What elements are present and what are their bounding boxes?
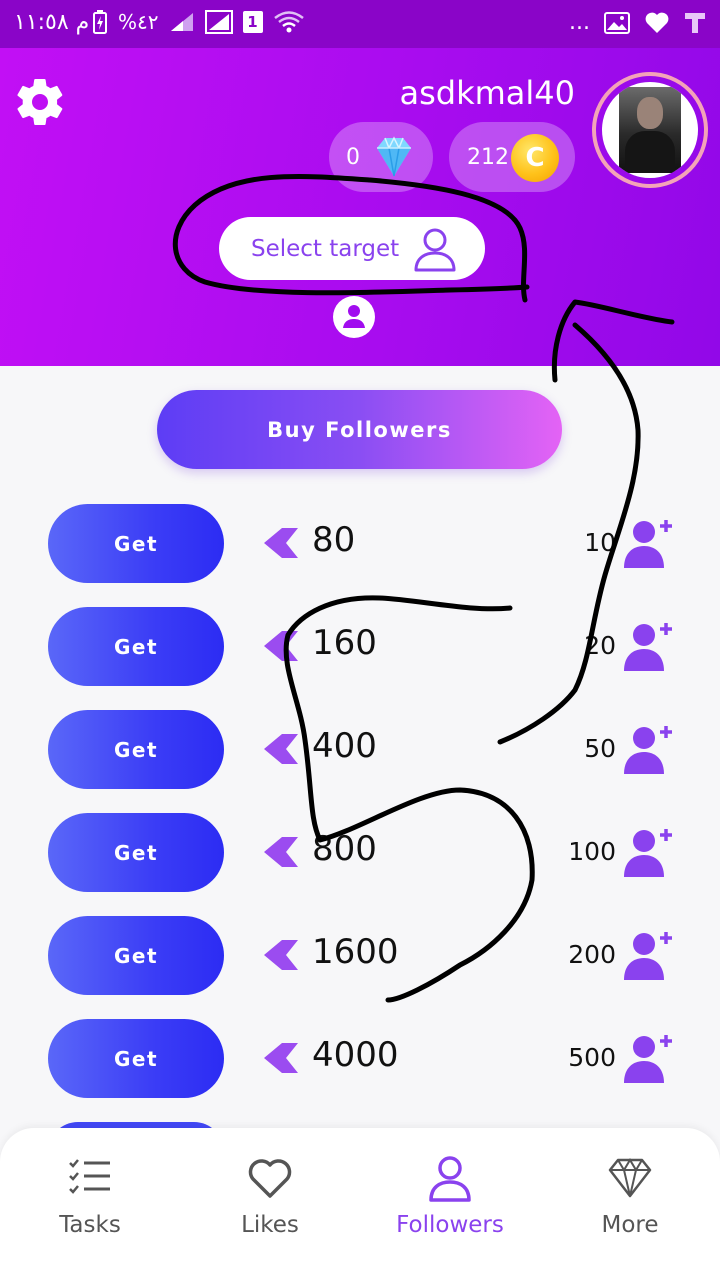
double-chevron-left-icon	[264, 1043, 298, 1073]
nav-tasks-label: Tasks	[59, 1212, 121, 1238]
offer-row: Get 400 50	[0, 710, 720, 790]
offer-followers: 200	[568, 940, 616, 969]
double-chevron-left-icon	[264, 734, 298, 764]
offer-price: 1600	[312, 932, 399, 972]
offer-followers: 10	[584, 528, 616, 557]
offer-row: Get 800 100	[0, 813, 720, 893]
gallery-icon	[604, 11, 630, 34]
status-time: م ١١:٥٨	[14, 10, 90, 35]
battery-icon	[93, 10, 107, 34]
bottom-nav: Tasks Likes Followers More	[0, 1128, 720, 1280]
nav-more-label: More	[601, 1212, 659, 1238]
get-button[interactable]: Get	[48, 710, 224, 789]
add-user-icon	[624, 726, 672, 774]
coin-icon: C	[511, 134, 559, 182]
select-target-label: Select target	[251, 235, 400, 262]
gems-count: 0	[346, 144, 360, 170]
offer-price: 160	[312, 623, 377, 663]
buy-followers-button[interactable]: Buy Followers	[157, 390, 562, 469]
diamond-gem-icon	[377, 136, 411, 177]
battery-percent: %٤٢	[118, 10, 159, 34]
overflow-dots: ...	[569, 10, 590, 35]
double-chevron-left-icon	[264, 940, 298, 970]
get-button[interactable]: Get	[48, 813, 224, 892]
user-icon	[429, 1156, 471, 1202]
nav-followers[interactable]: Followers	[360, 1154, 540, 1254]
add-user-icon	[624, 520, 672, 568]
offer-row: Get 1600 200	[0, 916, 720, 996]
offer-price: 800	[312, 829, 377, 869]
offer-followers: 100	[568, 837, 616, 866]
double-chevron-left-icon	[264, 837, 298, 867]
select-target-button[interactable]: Select target	[219, 217, 485, 280]
diamond-icon	[608, 1158, 652, 1198]
account-circle-icon[interactable]	[333, 296, 375, 338]
offer-row: Get 160 20	[0, 607, 720, 687]
coins-count: 212	[467, 144, 509, 170]
double-chevron-left-icon	[264, 631, 298, 661]
username: asdkmal40	[399, 74, 575, 112]
nav-likes[interactable]: Likes	[180, 1154, 360, 1254]
add-user-icon	[624, 829, 672, 877]
add-user-icon	[624, 623, 672, 671]
heart-icon	[248, 1159, 292, 1198]
offer-row: Get 80 10	[0, 504, 720, 584]
get-button[interactable]: Get	[48, 1019, 224, 1098]
add-user-icon	[624, 932, 672, 980]
coins-balance[interactable]: 212 C	[449, 122, 575, 192]
tasks-list-icon	[69, 1159, 110, 1194]
gear-icon[interactable]	[16, 78, 64, 126]
gems-balance[interactable]: 0	[329, 122, 433, 192]
nav-likes-label: Likes	[241, 1212, 299, 1238]
offer-followers: 50	[584, 734, 616, 763]
header: asdkmal40 0 212 C Select target	[0, 48, 720, 366]
sim-badge: 1	[242, 11, 263, 33]
get-button[interactable]: Get	[48, 607, 224, 686]
offer-followers: 500	[568, 1043, 616, 1072]
buy-followers-label: Buy Followers	[267, 417, 452, 442]
avatar[interactable]	[592, 72, 708, 188]
text-t-icon	[685, 12, 705, 33]
offer-followers: 20	[584, 631, 616, 660]
offer-row: Get 4000 500	[0, 1019, 720, 1099]
status-bar: م ١١:٥٨ %٤٢ 1 ...	[0, 0, 720, 48]
get-button[interactable]: Get	[48, 504, 224, 583]
offer-price: 80	[312, 520, 356, 560]
signal-icon	[170, 13, 193, 31]
avatar-photo	[619, 87, 681, 173]
wifi-icon	[273, 11, 304, 33]
signal-icon-2	[204, 10, 233, 34]
add-user-icon	[624, 1035, 672, 1083]
heart-status-icon	[645, 12, 669, 33]
user-outline-icon	[414, 228, 456, 272]
offer-price: 400	[312, 726, 377, 766]
offer-price: 4000	[312, 1035, 399, 1075]
nav-followers-label: Followers	[396, 1212, 504, 1238]
get-button[interactable]: Get	[48, 916, 224, 995]
double-chevron-left-icon	[264, 528, 298, 558]
nav-tasks[interactable]: Tasks	[0, 1154, 180, 1254]
nav-more[interactable]: More	[540, 1154, 720, 1254]
